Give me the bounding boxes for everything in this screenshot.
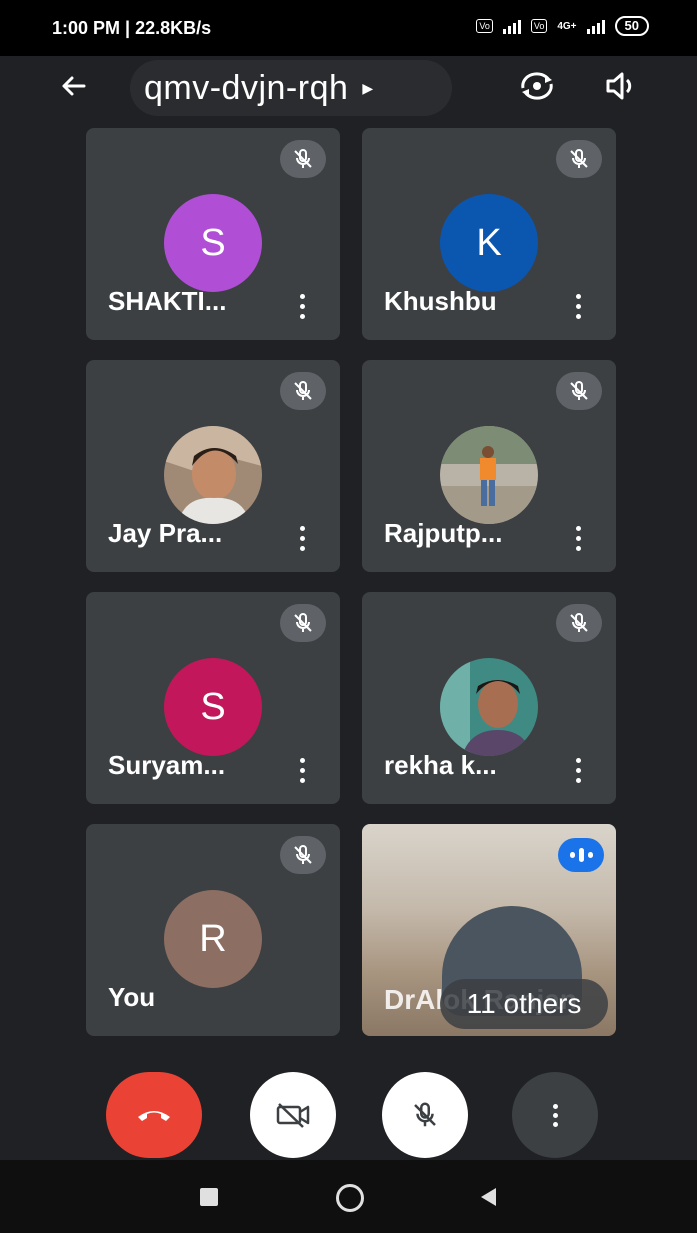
- participant-tile[interactable]: S Suryam...: [86, 592, 340, 804]
- more-vert-icon: [290, 520, 314, 551]
- volte-badge: Vo: [476, 19, 493, 33]
- meeting-info-button[interactable]: qmv-dvjn-rqh ▶: [130, 60, 452, 116]
- meeting-header: qmv-dvjn-rqh ▶: [0, 56, 697, 120]
- participant-name: You: [108, 982, 156, 1012]
- mic-off-icon: [570, 149, 588, 168]
- mic-off-icon: [294, 845, 312, 864]
- mic-off-icon: [294, 381, 312, 400]
- status-time: 1:00 PM | 22.8KB/s: [52, 18, 212, 38]
- participant-name: Suryam...: [108, 750, 226, 780]
- battery-indicator: 50: [614, 16, 649, 36]
- signal-icon: [502, 18, 521, 34]
- mic-off-icon: [570, 381, 588, 400]
- mic-off-icon: [294, 613, 312, 632]
- avatar-photo: [164, 426, 262, 524]
- mic-off-badge: [280, 140, 326, 178]
- status-icons: Vo Vo 4G+ 50: [476, 16, 649, 36]
- participant-menu-button[interactable]: [290, 520, 314, 554]
- speaking-indicator-icon: [558, 838, 604, 872]
- avatar: R: [164, 890, 262, 988]
- avatar: S: [164, 658, 262, 756]
- back-button[interactable]: [54, 66, 94, 106]
- more-vert-icon: [566, 288, 590, 319]
- avatar-photo: [440, 658, 538, 756]
- meeting-code: qmv-dvjn-rqh: [144, 68, 349, 107]
- recents-button[interactable]: [200, 1188, 218, 1206]
- mic-off-badge: [556, 140, 602, 178]
- mic-off-icon: [294, 149, 312, 168]
- participant-tile[interactable]: rekha k...: [362, 592, 616, 804]
- arrow-left-icon: [62, 76, 86, 96]
- call-controls: [0, 1062, 697, 1172]
- participant-name: Khushbu: [384, 286, 497, 316]
- avatar: K: [440, 194, 538, 292]
- volte-badge-2: Vo: [530, 19, 548, 33]
- others-count[interactable]: 11 others: [440, 979, 608, 1029]
- more-vert-icon: [290, 288, 314, 319]
- mic-off-badge: [280, 604, 326, 642]
- mic-off-badge: [556, 604, 602, 642]
- more-vert-icon: [566, 520, 590, 551]
- participant-menu-button[interactable]: [566, 288, 590, 322]
- home-button[interactable]: [336, 1184, 364, 1212]
- participant-name: Jay Pra...: [108, 518, 223, 548]
- end-call-button[interactable]: [106, 1072, 202, 1158]
- camera-off-icon: [276, 1103, 310, 1128]
- mic-off-badge: [280, 372, 326, 410]
- participant-menu-button[interactable]: [566, 520, 590, 554]
- participant-name: Rajputp...: [384, 518, 503, 548]
- participant-tile[interactable]: K Khushbu: [362, 128, 616, 340]
- participant-name: rekha k...: [384, 750, 497, 780]
- mic-toggle-button[interactable]: [382, 1072, 468, 1158]
- nav-back-button[interactable]: [478, 1186, 498, 1208]
- switch-camera-button[interactable]: [514, 66, 560, 106]
- switch-camera-icon: [521, 72, 553, 100]
- avatar: S: [164, 194, 262, 292]
- mic-off-badge: [280, 836, 326, 874]
- mic-off-icon: [570, 613, 588, 632]
- system-nav-bar: [0, 1160, 697, 1233]
- mic-off-icon: [414, 1102, 436, 1127]
- participant-tile[interactable]: S SHAKTI...: [86, 128, 340, 340]
- participant-menu-button[interactable]: [566, 752, 590, 786]
- status-bar: 1:00 PM | 22.8KB/s Vo Vo 4G+ 50: [0, 0, 697, 60]
- audio-output-button[interactable]: [598, 66, 644, 106]
- participant-tile[interactable]: Jay Pra...: [86, 360, 340, 572]
- video-tile[interactable]: DrAlok Ranjan 11 others: [362, 824, 616, 1036]
- signal-icon-2: [586, 18, 605, 34]
- camera-toggle-button[interactable]: [250, 1072, 336, 1158]
- more-vert-icon: [290, 752, 314, 783]
- participant-tile[interactable]: Rajputp...: [362, 360, 616, 572]
- more-vert-icon: [566, 752, 590, 783]
- participant-name: SHAKTI...: [108, 286, 227, 316]
- speaker-icon: [606, 72, 632, 100]
- self-tile[interactable]: R You: [86, 824, 340, 1036]
- chevron-right-icon: ▶: [362, 79, 374, 96]
- mic-off-badge: [556, 372, 602, 410]
- participant-menu-button[interactable]: [290, 288, 314, 322]
- participant-menu-button[interactable]: [290, 752, 314, 786]
- avatar-photo: [440, 426, 538, 524]
- more-vert-icon: [552, 1103, 558, 1127]
- phone-hangup-icon: [138, 1111, 170, 1121]
- network-type: 4G+: [557, 20, 577, 32]
- more-options-button[interactable]: [512, 1072, 598, 1158]
